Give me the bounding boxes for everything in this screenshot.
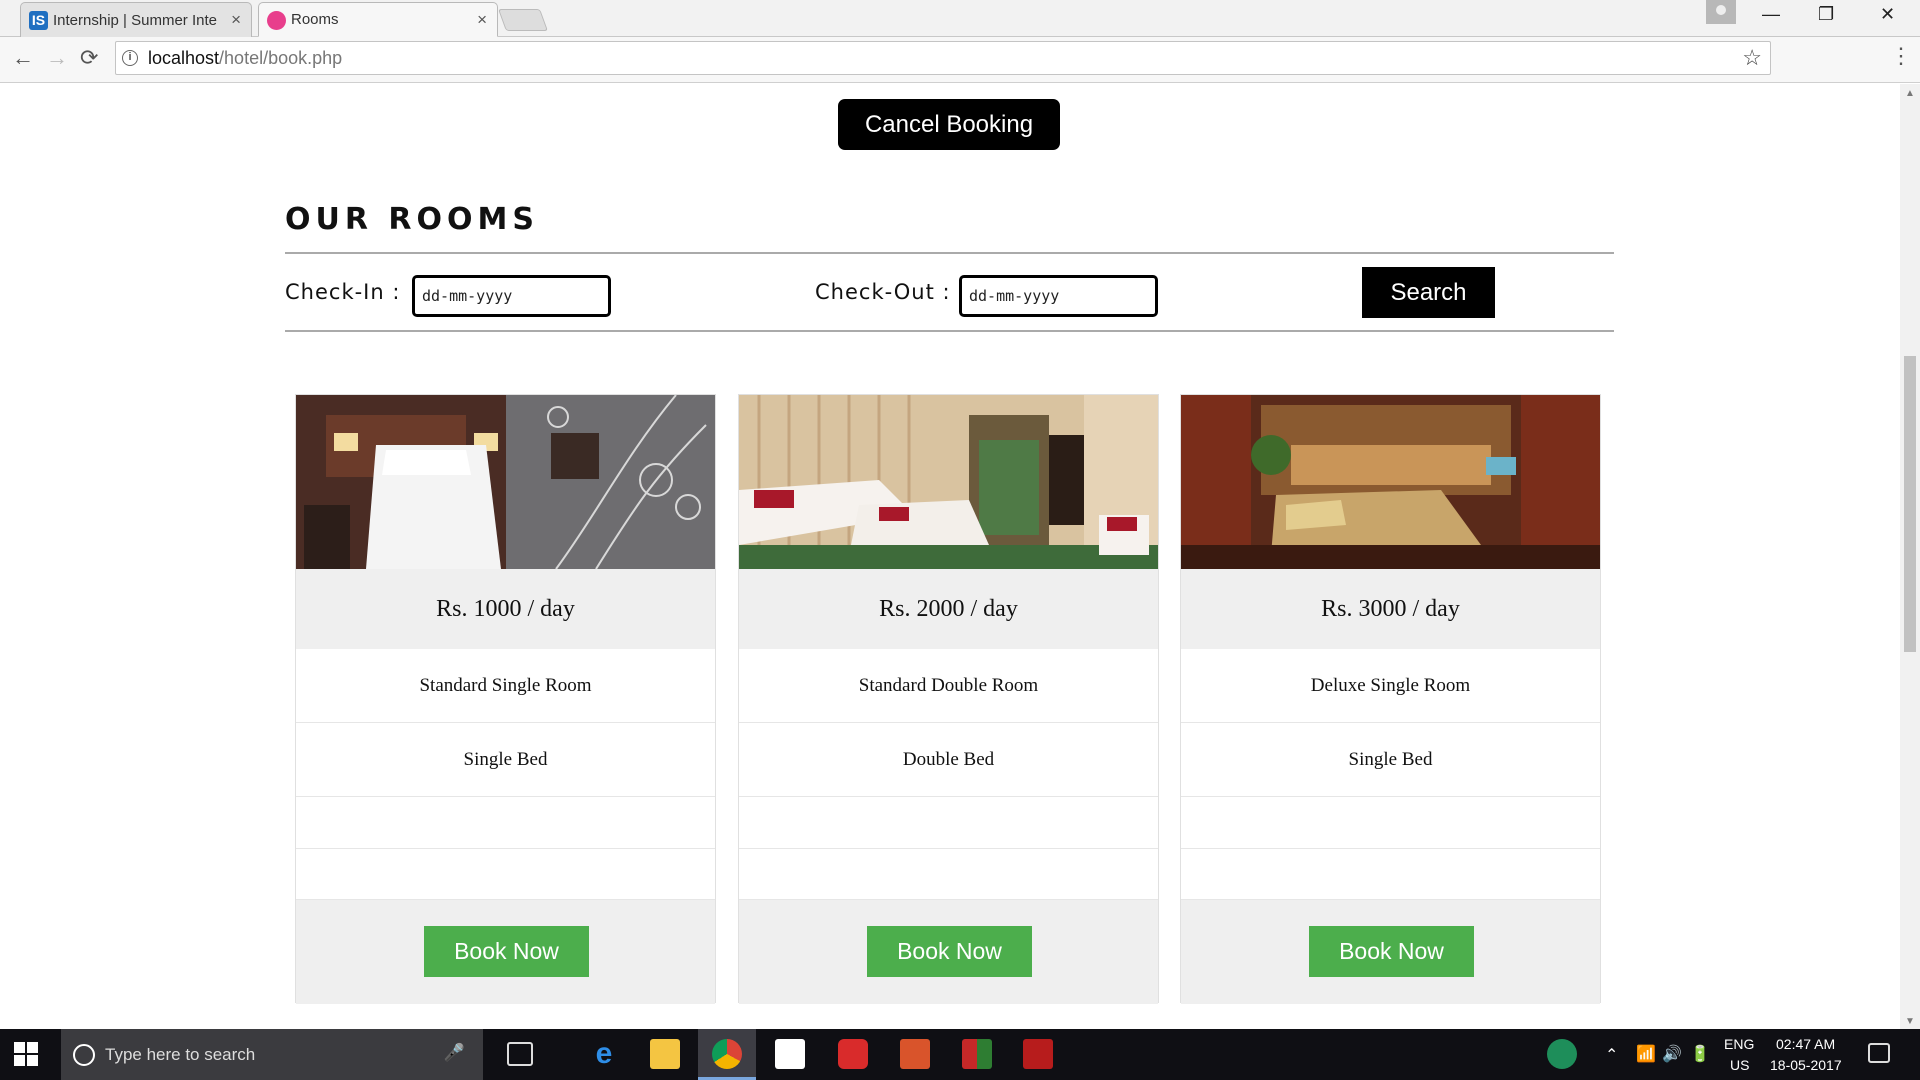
book-now-button[interactable]: Book Now <box>424 926 589 977</box>
clock-time[interactable]: 02:47 AM <box>1776 1036 1835 1052</box>
file-explorer-icon[interactable] <box>650 1039 680 1069</box>
app-icon[interactable] <box>900 1039 930 1069</box>
volume-icon[interactable]: 🔊 <box>1662 1044 1682 1064</box>
tab-internship[interactable]: IS Internship | Summer Inte × <box>20 2 252 37</box>
page-title: OUR ROOMS <box>285 202 539 237</box>
browser-menu-icon[interactable]: ⋮ <box>1890 43 1912 69</box>
url-text: localhost/hotel/book.php <box>148 48 342 69</box>
forward-button[interactable]: → <box>46 45 68 71</box>
window-close-button[interactable]: ✕ <box>1880 4 1895 25</box>
store-icon[interactable] <box>775 1039 805 1069</box>
room-name: Standard Double Room <box>739 649 1158 723</box>
room-card-footer: Book Now <box>296 900 715 1004</box>
show-hidden-icons-icon[interactable]: ⌃ <box>1605 1045 1618 1065</box>
search-placeholder: Type here to search <box>105 1044 256 1064</box>
info-icon[interactable]: i <box>122 50 138 66</box>
chrome-icon[interactable] <box>712 1039 742 1069</box>
browser-tab-strip: IS Internship | Summer Inte × Rooms × — … <box>0 0 1920 37</box>
edge-icon[interactable]: e <box>589 1039 619 1069</box>
windows-taskbar: Type here to search 🎤 e ⌃ 📶 🔊 🔋 ENG US 0… <box>0 1029 1920 1080</box>
room-price: Rs. 3000 / day <box>1181 569 1600 649</box>
search-button[interactable]: Search <box>1362 267 1495 318</box>
room-name: Standard Single Room <box>296 649 715 723</box>
taskbar-search-box[interactable]: Type here to search 🎤 <box>61 1029 483 1080</box>
activity-monitor-icon[interactable] <box>1547 1039 1577 1069</box>
room-bed-type: Double Bed <box>739 723 1158 797</box>
checkin-label: Check-In : <box>285 280 401 304</box>
new-tab-button[interactable] <box>497 9 549 31</box>
divider <box>285 330 1614 332</box>
url-host: localhost <box>148 47 220 68</box>
action-center-icon[interactable] <box>1868 1043 1890 1063</box>
close-tab-icon[interactable]: × <box>477 10 487 30</box>
room-detail-empty <box>1181 797 1600 849</box>
internshala-icon: IS <box>29 11 48 30</box>
book-now-button[interactable]: Book Now <box>867 926 1032 977</box>
room-detail-empty <box>739 797 1158 849</box>
network-icon[interactable]: 📶 <box>1636 1044 1656 1064</box>
scroll-down-icon[interactable]: ▼ <box>1905 1016 1915 1027</box>
address-bar[interactable]: i localhost/hotel/book.php ☆ <box>115 41 1771 75</box>
minimize-button[interactable]: — <box>1762 4 1780 25</box>
room-price: Rs. 1000 / day <box>296 569 715 649</box>
scroll-up-icon[interactable]: ▲ <box>1905 88 1915 99</box>
checkout-label: Check-Out : <box>815 280 951 304</box>
language-region[interactable]: US <box>1730 1057 1749 1073</box>
checkin-date-input[interactable]: dd-mm-yyyy <box>412 275 611 317</box>
task-view-icon[interactable] <box>507 1042 533 1066</box>
back-button[interactable]: ← <box>12 45 34 71</box>
room-detail-empty <box>1181 849 1600 900</box>
restore-button[interactable]: ❐ <box>1818 4 1834 25</box>
room-card: Rs. 2000 / day Standard Double Room Doub… <box>738 394 1159 1004</box>
room-detail-empty <box>739 849 1158 900</box>
browser-toolbar: ← → ⟳ i localhost/hotel/book.php ☆ ⋮ <box>0 37 1920 83</box>
cortana-icon <box>73 1043 95 1066</box>
profile-icon[interactable] <box>1706 0 1736 24</box>
room-detail-empty <box>296 849 715 900</box>
windows-start-icon[interactable] <box>14 1042 38 1066</box>
bookmark-star-icon[interactable]: ☆ <box>1742 45 1762 71</box>
office-app-icon[interactable] <box>962 1039 992 1069</box>
microphone-icon[interactable]: 🎤 <box>444 1043 465 1063</box>
tab-rooms[interactable]: Rooms × <box>258 2 498 37</box>
room-card: Rs. 3000 / day Deluxe Single Room Single… <box>1180 394 1601 1004</box>
checkout-date-input[interactable]: dd-mm-yyyy <box>959 275 1158 317</box>
room-photo <box>1181 395 1600 569</box>
room-card-footer: Book Now <box>1181 900 1600 1004</box>
clock-date[interactable]: 18-05-2017 <box>1770 1057 1842 1073</box>
page-scrollbar[interactable]: ▲ ▼ <box>1900 84 1920 1029</box>
room-bed-type: Single Bed <box>1181 723 1600 797</box>
tab-title: Rooms <box>291 11 339 28</box>
battery-icon[interactable]: 🔋 <box>1690 1044 1710 1064</box>
reader-app-icon[interactable] <box>838 1039 868 1069</box>
tab-title: Internship | Summer Inte <box>53 11 217 29</box>
room-photo <box>739 395 1158 569</box>
url-path: /hotel/book.php <box>219 47 343 68</box>
room-bed-type: Single Bed <box>296 723 715 797</box>
acrobat-icon[interactable] <box>1023 1039 1053 1069</box>
page-icon <box>267 11 286 30</box>
room-photo <box>296 395 715 569</box>
divider <box>285 252 1614 254</box>
cancel-booking-button[interactable]: Cancel Booking <box>838 99 1060 150</box>
language-code[interactable]: ENG <box>1724 1036 1754 1052</box>
room-detail-empty <box>296 797 715 849</box>
close-tab-icon[interactable]: × <box>231 10 241 30</box>
page-content: Cancel Booking OUR ROOMS Check-In : dd-m… <box>0 84 1900 1029</box>
reload-button[interactable]: ⟳ <box>80 45 98 71</box>
book-now-button[interactable]: Book Now <box>1309 926 1474 977</box>
room-name: Deluxe Single Room <box>1181 649 1600 723</box>
room-card: Rs. 1000 / day Standard Single Room Sing… <box>295 394 716 1004</box>
scrollbar-thumb[interactable] <box>1904 356 1916 652</box>
room-price: Rs. 2000 / day <box>739 569 1158 649</box>
room-card-footer: Book Now <box>739 900 1158 1004</box>
